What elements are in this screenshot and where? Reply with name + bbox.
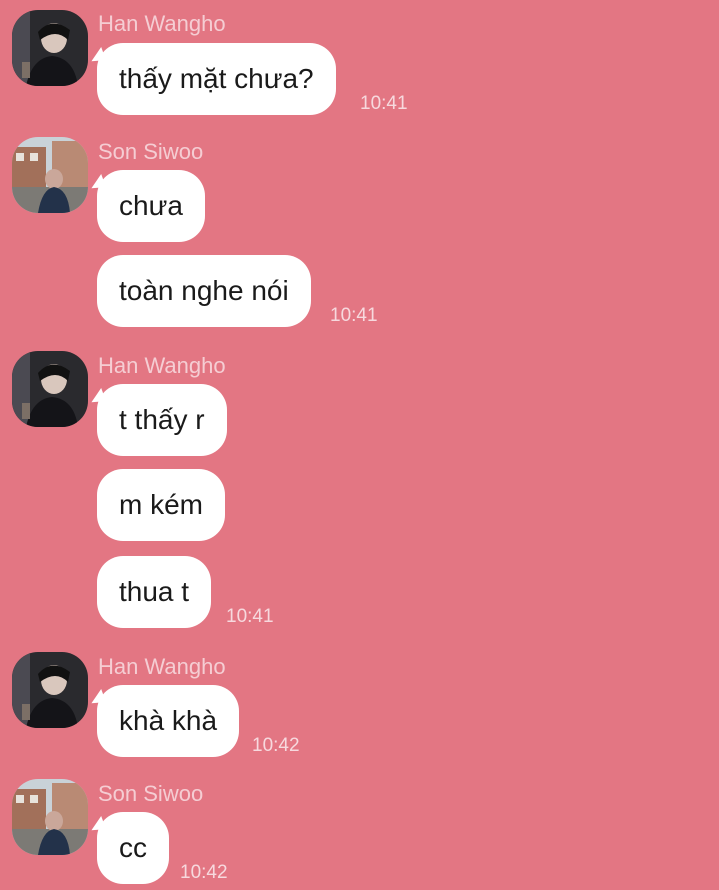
son-siwoo-avatar[interactable] [12,137,88,213]
han-wangho-avatar[interactable] [12,10,88,86]
message-bubble[interactable]: m kém [97,469,225,541]
message-bubble[interactable]: khà khà [97,685,240,757]
message-timestamp: 10:42 [252,735,300,756]
message-bubble[interactable]: thấy mặt chưa? [97,43,336,115]
message-timestamp: 10:41 [226,606,274,627]
message-bubble[interactable]: cc [97,812,169,884]
message-bubble[interactable]: thua t [97,556,212,628]
message-bubble[interactable]: chưa [97,170,205,242]
sender-name: Son Siwoo [98,139,204,164]
sender-name: Han Wangho [98,654,226,679]
sender-name: Han Wangho [98,11,226,36]
message-timestamp: 10:41 [330,305,378,326]
message-timestamp: 10:42 [180,862,228,883]
message-timestamp: 10:41 [360,93,408,114]
han-wangho-avatar[interactable] [12,652,88,728]
message-bubble[interactable]: t thấy r [97,384,227,456]
son-siwoo-avatar[interactable] [12,779,88,855]
han-wangho-avatar[interactable] [12,351,88,427]
sender-name: Son Siwoo [98,781,204,806]
message-bubble[interactable]: toàn nghe nói [97,255,311,327]
sender-name: Han Wangho [98,353,226,378]
